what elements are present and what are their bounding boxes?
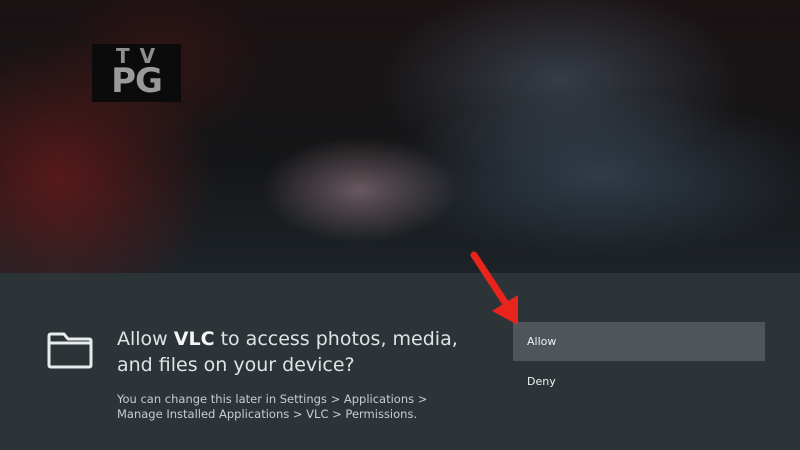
tv-screen: TV PG Allow VLC to access photos, media,…: [0, 0, 800, 450]
dialog-title: Allow VLC to access photos, media, and f…: [117, 326, 497, 378]
allow-button[interactable]: Allow: [513, 322, 765, 361]
tv-rating-badge: TV PG: [92, 44, 181, 102]
folder-icon: [47, 332, 93, 369]
video-playback-frame: TV PG: [0, 0, 800, 273]
title-prefix: Allow: [117, 328, 174, 350]
dialog-description: You can change this later in Settings > …: [117, 392, 428, 421]
red-arrow-icon: [470, 251, 518, 325]
rating-badge-line2: PG: [111, 61, 163, 101]
permission-dialog: Allow VLC to access photos, media, and f…: [0, 273, 800, 450]
app-name: VLC: [173, 328, 215, 350]
deny-button[interactable]: Deny: [513, 362, 765, 401]
